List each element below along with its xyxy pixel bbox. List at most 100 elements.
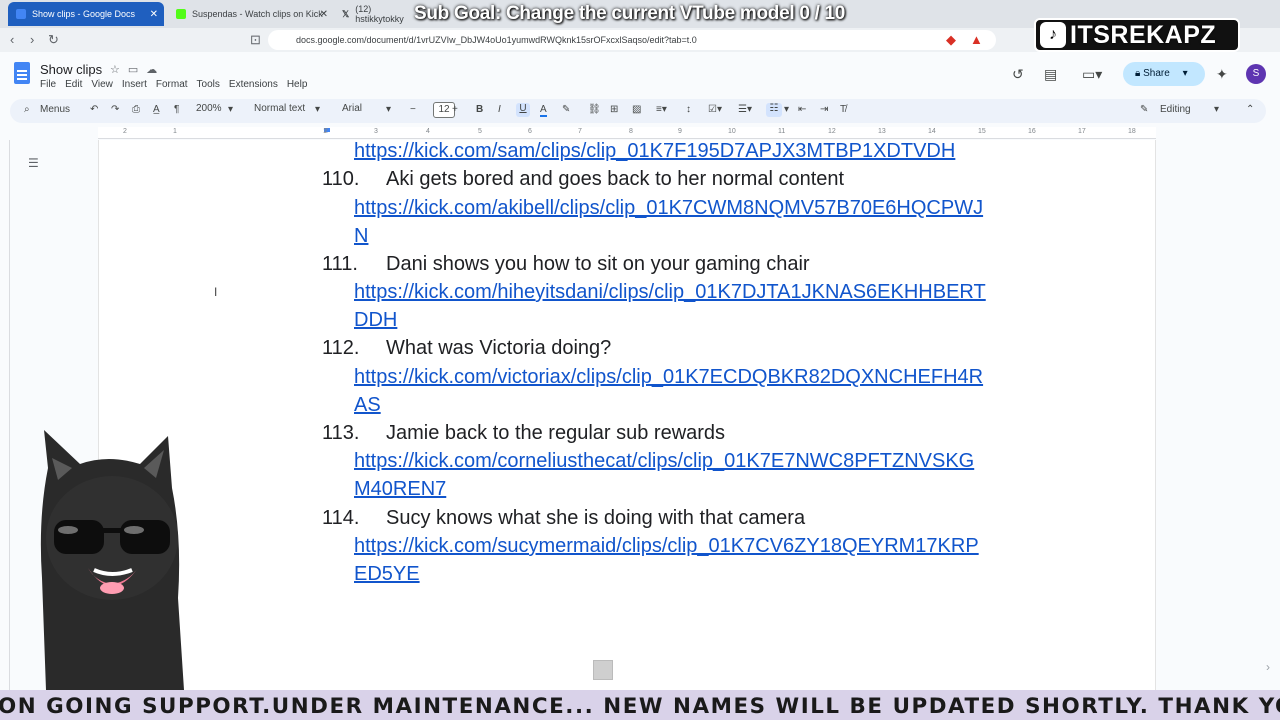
meet-icon[interactable]: ▭▾	[1082, 66, 1102, 83]
chevron-down-icon[interactable]: ▾	[228, 104, 233, 115]
x-favicon-icon: 𝕏	[342, 8, 350, 19]
clip-link[interactable]: https://kick.com/akibell/clips/clip_01K7…	[354, 194, 983, 222]
clip-link[interactable]: https://kick.com/corneliusthecat/clips/c…	[354, 447, 974, 475]
increase-font-icon[interactable]: +	[452, 104, 458, 115]
ruler-label: 14	[928, 128, 936, 135]
style-select[interactable]: Normal text	[254, 103, 305, 114]
text-color-icon[interactable]: A	[540, 104, 547, 117]
decrease-indent-icon[interactable]: ⇤	[798, 104, 806, 115]
font-select[interactable]: Arial	[342, 103, 362, 114]
list-number: 110.	[322, 168, 360, 190]
menu-view[interactable]: View	[91, 79, 113, 90]
ruler-label: 17	[1078, 128, 1086, 135]
undo-icon[interactable]: ↶	[90, 104, 98, 115]
line-spacing-icon[interactable]: ↕	[686, 104, 691, 115]
menus-search-label[interactable]: Menus	[40, 104, 70, 115]
back-icon[interactable]: ‹	[10, 32, 14, 47]
tiktok-icon: ♪	[1040, 22, 1066, 48]
highlight-icon[interactable]: ✎	[562, 104, 570, 115]
chevron-down-icon[interactable]: ▾	[1214, 104, 1219, 115]
editing-mode-select[interactable]: Editing	[1160, 104, 1191, 115]
star-icon[interactable]: ☆	[110, 64, 128, 76]
list-item-text: What was Victoria doing?	[386, 337, 612, 359]
clip-link-continued[interactable]: DDH	[354, 306, 397, 334]
reload-icon[interactable]: ↻	[48, 32, 59, 48]
chevron-up-icon[interactable]: ⌃	[1246, 104, 1254, 115]
move-folder-icon[interactable]: ▭	[128, 64, 146, 76]
tab-show-clips[interactable]: Show clips - Google Docs ✕	[8, 2, 164, 26]
clear-formatting-icon[interactable]: T̸	[840, 104, 846, 115]
menu-tools[interactable]: Tools	[197, 79, 220, 90]
tab-kick[interactable]: Suspendas - Watch clips on Kick ✕	[168, 2, 334, 26]
decrease-font-icon[interactable]: −	[410, 104, 416, 115]
ruler-label: 12	[828, 128, 836, 135]
extension-icon[interactable]: ▲	[970, 32, 983, 47]
streamer-badge: ♪ ITSREKAPZ	[1034, 18, 1240, 52]
tab-label: (12) hstikkytokky	[355, 4, 404, 24]
italic-icon[interactable]: I	[498, 104, 501, 115]
underline-icon[interactable]: U	[516, 103, 530, 117]
close-tab-icon[interactable]: ✕	[150, 9, 158, 20]
vertical-ruler[interactable]	[0, 140, 10, 690]
menu-help[interactable]: Help	[287, 79, 308, 90]
scrolling-ticker: ON GOING SUPPORT.UNDER MAINTENANCE... NE…	[0, 690, 1280, 720]
chevron-down-icon[interactable]: ▾	[315, 104, 320, 115]
numbered-list-icon[interactable]: ☷	[766, 103, 782, 117]
gemini-icon[interactable]: ✦	[1216, 66, 1228, 83]
vtuber-cat-avatar	[40, 430, 184, 690]
paint-format-icon[interactable]: ¶	[174, 104, 179, 115]
cloud-status-icon[interactable]: ☁	[146, 64, 165, 76]
bookmark-icon[interactable]: ⊡	[250, 32, 261, 48]
avatar[interactable]: S	[1246, 64, 1266, 84]
increase-indent-icon[interactable]: ⇥	[820, 104, 828, 115]
redo-icon[interactable]: ↷	[111, 104, 119, 115]
menu-edit[interactable]: Edit	[65, 79, 82, 90]
chevron-down-icon[interactable]: ▾	[386, 104, 391, 115]
formatting-toolbar: ⌕ Menus ↶ ↷ ⎙ A̲ ¶ 200% ▾ Normal text ▾ …	[10, 99, 1266, 123]
align-icon[interactable]: ≡▾	[656, 104, 667, 115]
menu-file[interactable]: File	[40, 79, 56, 90]
ruler-label: 2	[123, 128, 127, 135]
menu-format[interactable]: Format	[156, 79, 188, 90]
extension-icon[interactable]: ◆	[946, 32, 956, 48]
url-field[interactable]: docs.google.com/document/d/1vrUZVIw_DbJW…	[268, 30, 996, 50]
chevron-down-icon[interactable]: ▾	[784, 104, 789, 115]
clip-link[interactable]: https://kick.com/hiheyitsdani/clips/clip…	[354, 278, 986, 306]
streamer-name: ITSREKAPZ	[1070, 20, 1217, 49]
link-icon[interactable]: ⛓	[588, 104, 601, 115]
list-number: 113.	[322, 422, 360, 444]
comments-icon[interactable]: ▤	[1044, 66, 1057, 83]
chevron-down-icon[interactable]: ▾	[1183, 68, 1188, 79]
clip-link-continued[interactable]: N	[354, 222, 368, 250]
spellcheck-icon[interactable]: A̲	[153, 104, 160, 115]
tab-x[interactable]: 𝕏 (12) hstikkytokky	[334, 2, 414, 26]
forward-icon[interactable]: ›	[30, 32, 34, 47]
menu-insert[interactable]: Insert	[122, 79, 147, 90]
bulleted-list-icon[interactable]: ☰▾	[738, 104, 752, 115]
clip-link-continued[interactable]: ED5YE	[354, 560, 420, 588]
insert-image-icon[interactable]: ▨	[632, 104, 641, 115]
lock-icon: 🔒︎	[1135, 68, 1141, 79]
docs-logo-icon[interactable]	[14, 62, 30, 84]
close-tab-icon[interactable]: ✕	[320, 9, 328, 20]
search-icon[interactable]: ⌕	[24, 104, 30, 115]
menu-extensions[interactable]: Extensions	[229, 79, 278, 90]
clip-link[interactable]: https://kick.com/victoriax/clips/clip_01…	[354, 363, 983, 391]
version-history-icon[interactable]: ↺	[1012, 66, 1024, 83]
share-button[interactable]: 🔒︎ Share ▾	[1123, 62, 1205, 86]
clip-link-continued[interactable]: M40REN7	[354, 475, 446, 503]
bold-icon[interactable]: B	[476, 104, 483, 115]
document-outline-icon[interactable]: ☰	[28, 156, 39, 170]
clip-link[interactable]: https://kick.com/sucymermaid/clips/clip_…	[354, 532, 979, 560]
add-comment-icon[interactable]: ⊞	[610, 104, 618, 115]
document-title[interactable]: Show clips	[40, 62, 102, 77]
print-icon[interactable]: ⎙	[132, 104, 140, 115]
scroll-arrow-icon[interactable]: ›	[1266, 660, 1270, 674]
clip-link[interactable]: https://kick.com/sam/clips/clip_01K7F195…	[354, 137, 955, 165]
ruler-label: 3	[374, 128, 378, 135]
zoom-select[interactable]: 200%	[196, 103, 222, 114]
document-page[interactable]	[98, 140, 1156, 690]
clip-link-continued[interactable]: AS	[354, 391, 381, 419]
ruler-label: 9	[678, 128, 682, 135]
checklist-icon[interactable]: ☑▾	[708, 104, 722, 115]
